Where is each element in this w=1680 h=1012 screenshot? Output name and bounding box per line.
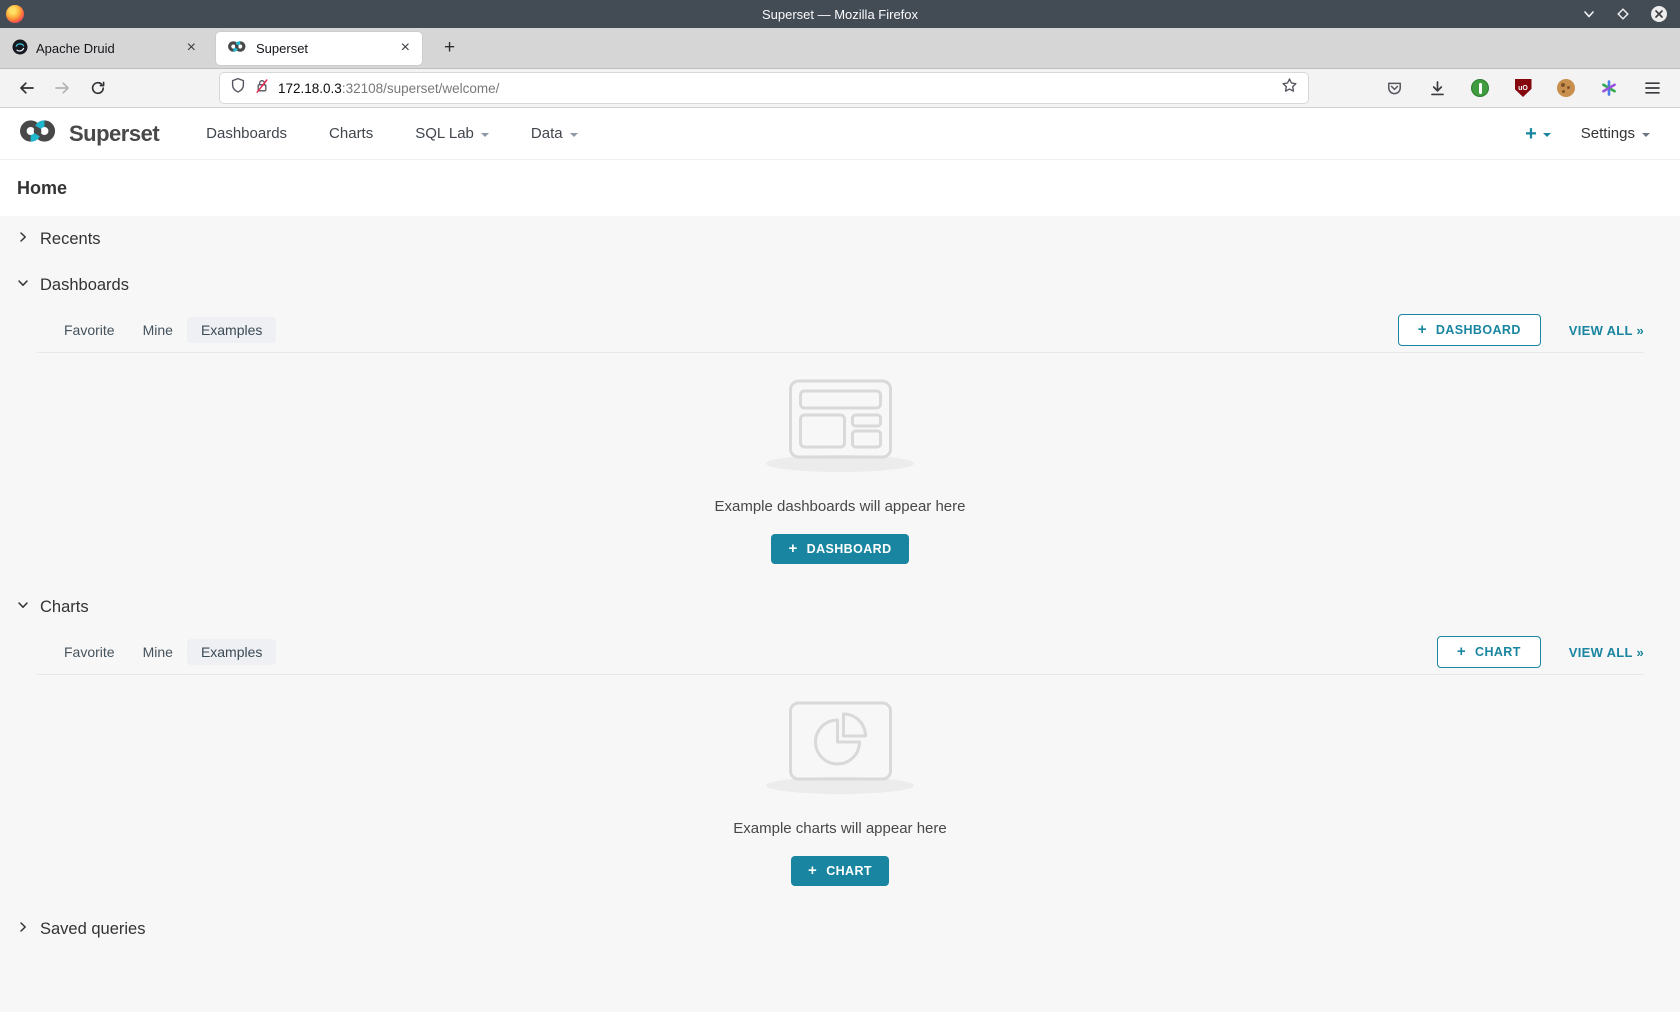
- new-menu-button[interactable]: +: [1525, 124, 1551, 144]
- section-saved-queries[interactable]: Saved queries: [0, 906, 1680, 952]
- tab-apache-druid[interactable]: Apache Druid ×: [2, 32, 208, 65]
- nav-label: Data: [531, 125, 563, 142]
- chevron-right-icon: [15, 919, 31, 940]
- tab-examples[interactable]: Examples: [187, 317, 276, 343]
- nav-item-sql-lab[interactable]: SQL Lab: [394, 125, 510, 142]
- tab-close-icon[interactable]: ×: [399, 40, 412, 56]
- multi-account-containers-icon[interactable]: [1595, 74, 1623, 102]
- plus-icon: +: [1418, 324, 1427, 336]
- page-header: Home: [0, 160, 1680, 216]
- insecure-lock-icon[interactable]: [254, 78, 270, 99]
- button-label: DASHBOARD: [1436, 323, 1521, 337]
- tab-mine[interactable]: Mine: [129, 639, 187, 665]
- section-charts[interactable]: Charts: [0, 584, 1680, 630]
- reload-icon[interactable]: [84, 74, 112, 102]
- menu-hamburger-icon[interactable]: [1638, 74, 1666, 102]
- empty-dashboard-icon: [788, 379, 893, 464]
- superset-brand[interactable]: Superset: [16, 118, 159, 149]
- charts-empty-state: Example charts will appear here + CHART: [0, 675, 1680, 906]
- empty-state-text: Example charts will appear here: [733, 820, 946, 837]
- tab-label: Superset: [256, 41, 391, 56]
- settings-menu-button[interactable]: Settings: [1581, 125, 1650, 142]
- dashboards-subheader: Favorite Mine Examples + DASHBOARD VIEW …: [0, 308, 1680, 352]
- chevron-down-icon: [481, 133, 489, 137]
- tab-mine[interactable]: Mine: [129, 317, 187, 343]
- downloads-icon[interactable]: [1423, 74, 1451, 102]
- plus-icon: +: [808, 865, 817, 877]
- browser-toolbar: 172.18.0.3:32108/superset/welcome/ uO: [0, 69, 1680, 108]
- charts-subheader: Favorite Mine Examples + CHART VIEW ALL …: [0, 630, 1680, 674]
- nav-label: SQL Lab: [415, 125, 474, 142]
- tab-superset[interactable]: Superset ×: [216, 32, 422, 65]
- button-label: CHART: [826, 864, 872, 878]
- chevron-down-icon: [15, 597, 31, 618]
- create-dashboard-button[interactable]: + DASHBOARD: [771, 534, 908, 564]
- chevron-right-icon: [15, 229, 31, 250]
- button-label: CHART: [1475, 645, 1521, 659]
- close-window-icon[interactable]: [1650, 5, 1668, 23]
- window-titlebar: Superset — Mozilla Firefox: [0, 0, 1680, 28]
- superset-favicon-icon: [226, 40, 248, 56]
- druid-favicon-icon: [12, 39, 28, 58]
- dashboards-empty-state: Example dashboards will appear here + DA…: [0, 353, 1680, 584]
- tab-favorite[interactable]: Favorite: [50, 639, 129, 665]
- button-label: DASHBOARD: [807, 542, 892, 556]
- url-text[interactable]: 172.18.0.3:32108/superset/welcome/: [278, 81, 1273, 96]
- plus-icon: +: [1525, 124, 1537, 144]
- url-host: 172.18.0.3: [278, 81, 342, 96]
- chevron-down-icon: [15, 275, 31, 296]
- tracking-protection-shield-icon[interactable]: [230, 77, 246, 99]
- chevron-down-icon: [1642, 133, 1650, 137]
- nav-item-data[interactable]: Data: [510, 125, 599, 142]
- tab-label: Apache Druid: [36, 41, 177, 56]
- view-all-charts-link[interactable]: VIEW ALL »: [1569, 645, 1644, 660]
- view-all-dashboards-link[interactable]: VIEW ALL »: [1569, 323, 1644, 338]
- new-dashboard-button[interactable]: + DASHBOARD: [1398, 314, 1541, 346]
- section-label: Recents: [40, 230, 101, 249]
- section-label: Charts: [40, 598, 89, 617]
- superset-logo-icon: [16, 118, 60, 149]
- settings-label: Settings: [1581, 125, 1635, 142]
- cookie-extension-icon[interactable]: [1552, 74, 1580, 102]
- plus-icon: +: [1457, 646, 1466, 658]
- charts-filter-tabs: Favorite Mine Examples: [50, 639, 276, 665]
- plus-icon: +: [788, 543, 797, 555]
- extension-green-icon[interactable]: [1466, 74, 1494, 102]
- bookmark-star-icon[interactable]: [1281, 77, 1298, 99]
- create-chart-button[interactable]: + CHART: [791, 856, 889, 886]
- section-recents[interactable]: Recents: [0, 216, 1680, 262]
- welcome-page: Home Recents Dashboards Favorite Mine Ex…: [0, 160, 1680, 952]
- pocket-icon[interactable]: [1380, 74, 1408, 102]
- url-path: :32108/superset/welcome/: [342, 81, 500, 96]
- tab-examples[interactable]: Examples: [187, 639, 276, 665]
- nav-label: Dashboards: [206, 125, 287, 142]
- maximize-icon[interactable]: [1616, 7, 1630, 21]
- nav-label: Charts: [329, 125, 373, 142]
- section-dashboards[interactable]: Dashboards: [0, 262, 1680, 308]
- back-icon[interactable]: [12, 74, 40, 102]
- tab-strip: Apache Druid × Superset × +: [0, 28, 1680, 69]
- chevron-down-icon: [570, 133, 578, 137]
- tab-favorite[interactable]: Favorite: [50, 317, 129, 343]
- superset-navbar: Superset Dashboards Charts SQL Lab Data …: [0, 108, 1680, 160]
- dashboards-filter-tabs: Favorite Mine Examples: [50, 317, 276, 343]
- empty-state-text: Example dashboards will appear here: [715, 498, 966, 515]
- empty-chart-icon: [788, 701, 893, 786]
- minimize-icon[interactable]: [1582, 7, 1596, 21]
- url-bar[interactable]: 172.18.0.3:32108/superset/welcome/: [220, 73, 1308, 103]
- section-label: Dashboards: [40, 276, 129, 295]
- nav-item-dashboards[interactable]: Dashboards: [185, 125, 308, 142]
- chevron-down-icon: [1543, 133, 1551, 137]
- brand-name: Superset: [69, 121, 159, 147]
- nav-item-charts[interactable]: Charts: [308, 125, 394, 142]
- forward-icon[interactable]: [48, 74, 76, 102]
- page-title: Home: [17, 178, 1663, 199]
- ublock-origin-icon[interactable]: uO: [1509, 74, 1537, 102]
- tab-close-icon[interactable]: ×: [185, 40, 198, 56]
- window-title: Superset — Mozilla Firefox: [0, 7, 1680, 22]
- new-tab-button[interactable]: +: [436, 35, 463, 61]
- new-chart-button[interactable]: + CHART: [1437, 636, 1541, 668]
- section-label: Saved queries: [40, 920, 146, 939]
